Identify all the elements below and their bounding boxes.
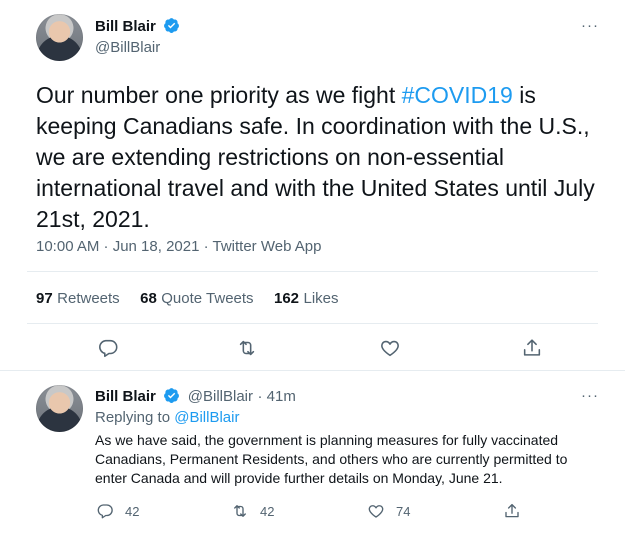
tweet-text-before: Our number one priority as we fight xyxy=(36,82,402,108)
share-icon[interactable] xyxy=(521,337,543,359)
tweet-text: Our number one priority as we fight #COV… xyxy=(36,80,604,235)
hashtag-link[interactable]: #COVID19 xyxy=(402,82,513,108)
reply-action-retweet[interactable]: 42 xyxy=(231,502,274,520)
replying-to-link[interactable]: @BillBlair xyxy=(174,409,239,426)
retweets-label: Retweets xyxy=(57,290,120,307)
likes-stat[interactable]: 162 Likes xyxy=(274,290,339,307)
divider xyxy=(27,271,598,272)
reply-icon xyxy=(97,504,113,519)
share-icon xyxy=(505,503,519,518)
more-icon[interactable]: ··· xyxy=(581,387,599,404)
verified-badge-icon xyxy=(164,18,180,33)
retweet-count: 42 xyxy=(260,503,275,519)
retweet-icon[interactable] xyxy=(236,337,258,359)
stats-row: 97 Retweets 68 Quote Tweets 162 Likes xyxy=(36,290,339,308)
divider xyxy=(27,323,598,324)
divider xyxy=(0,370,625,371)
like-count: 74 xyxy=(396,503,411,519)
likes-label: Likes xyxy=(303,290,339,307)
reply-header: Bill Blair @BillBlair · 41m xyxy=(95,387,296,406)
likes-count: 162 xyxy=(274,290,300,307)
avatar[interactable] xyxy=(36,14,83,61)
reply-avatar[interactable] xyxy=(36,385,83,432)
quotes-label: Quote Tweets xyxy=(161,290,254,307)
reply-time[interactable]: · 41m xyxy=(257,388,295,405)
author-handle[interactable]: @BillBlair xyxy=(95,39,160,56)
reply-icon[interactable] xyxy=(97,337,119,359)
like-icon xyxy=(368,505,384,518)
retweet-icon xyxy=(234,505,246,517)
replying-to: Replying to @BillBlair xyxy=(95,409,239,426)
author-name[interactable]: Bill Blair xyxy=(95,18,156,35)
reply-text: As we have said, the government is plann… xyxy=(95,432,568,486)
replying-to-prefix: Replying to xyxy=(95,409,175,426)
author-name-row: Bill Blair xyxy=(95,17,180,36)
reply-action-like[interactable]: 74 xyxy=(367,502,410,520)
retweets-count: 97 xyxy=(36,290,53,307)
like-icon[interactable] xyxy=(379,337,401,359)
quotes-count: 68 xyxy=(140,290,157,307)
reply-action-share[interactable] xyxy=(503,502,521,525)
reply-count: 42 xyxy=(125,503,140,519)
quotes-stat[interactable]: 68 Quote Tweets xyxy=(140,290,258,307)
reply-author-handle[interactable]: @BillBlair xyxy=(188,388,253,405)
more-icon[interactable]: ··· xyxy=(581,17,599,34)
reply-author-name[interactable]: Bill Blair xyxy=(95,388,156,405)
tweet-meta[interactable]: 10:00 AM · Jun 18, 2021 · Twitter Web Ap… xyxy=(36,238,321,255)
verified-badge-icon xyxy=(164,388,180,403)
retweets-stat[interactable]: 97 Retweets xyxy=(36,290,124,307)
reply-action-reply[interactable]: 42 xyxy=(96,502,139,520)
